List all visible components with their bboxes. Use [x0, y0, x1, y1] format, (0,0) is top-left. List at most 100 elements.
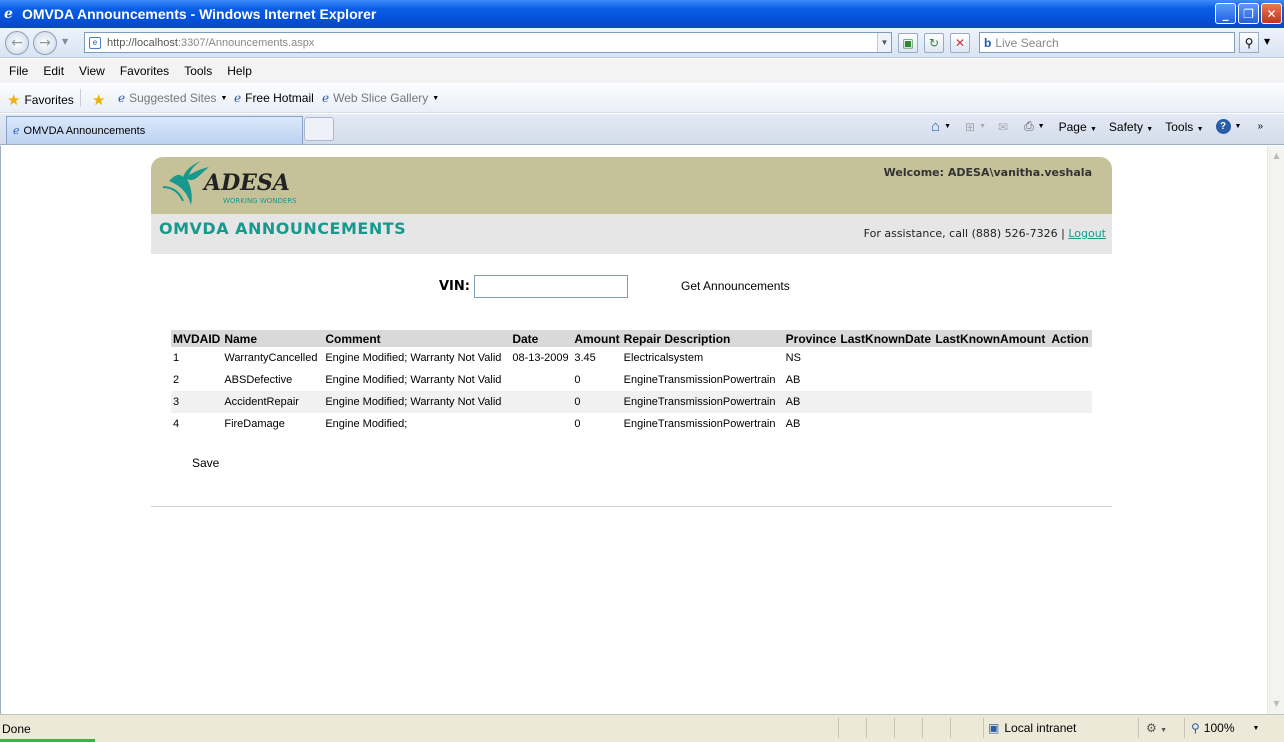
zoom-control[interactable]: ⚲ 100% ▼	[1191, 721, 1259, 735]
url-host: http://localhost	[107, 36, 178, 49]
scroll-down-icon[interactable]: ▼	[1269, 696, 1284, 712]
table-header-row: MVDAID Name Comment Date Amount Repair D…	[171, 330, 1092, 347]
close-button[interactable]: ✕	[1261, 3, 1282, 24]
search-button[interactable]: ⚲	[1239, 32, 1259, 53]
back-button[interactable]: ←	[5, 31, 29, 55]
web-slice-gallery-link[interactable]: ℯ Web Slice Gallery ▼	[322, 91, 439, 105]
cell-comment: Engine Modified;	[325, 418, 408, 430]
bing-icon: b	[984, 35, 992, 50]
chevron-down-icon[interactable]: ▼	[979, 123, 986, 130]
cell-date	[510, 413, 572, 435]
menu-tools[interactable]: Tools	[184, 64, 212, 78]
favorites-button[interactable]: ★ Favorites	[7, 91, 74, 109]
scroll-up-icon[interactable]: ▲	[1269, 148, 1284, 164]
url-input[interactable]: e http://localhost:3307/Announcements.as…	[84, 32, 892, 53]
url-path: :3307/Announcements.aspx	[177, 36, 315, 49]
menu-help[interactable]: Help	[227, 64, 252, 78]
adesa-logo: ADESA WORKING WONDERS	[162, 161, 297, 205]
zoom-level: 100%	[1203, 721, 1235, 735]
divider	[894, 718, 895, 738]
column-header: Date	[510, 330, 573, 347]
column-header: Amount	[572, 330, 622, 347]
chevron-down-icon: ▼	[1089, 125, 1097, 133]
zone-label: Local intranet	[1004, 721, 1077, 735]
search-input[interactable]: b Live Search	[979, 32, 1235, 53]
stop-button[interactable]: ✕	[950, 33, 970, 53]
url-dropdown-icon[interactable]: ▼	[877, 33, 891, 52]
refresh-button[interactable]: ↻	[924, 33, 944, 53]
suggested-sites-link[interactable]: ℯ Suggested Sites ▼	[118, 91, 227, 105]
divider	[80, 89, 81, 107]
web-slice-gallery-label: Web Slice Gallery	[333, 91, 429, 105]
cell-mvdaid: 4	[173, 418, 180, 430]
divider	[922, 718, 923, 738]
menu-favorites[interactable]: Favorites	[120, 64, 169, 78]
tools-menu[interactable]: Tools ▼	[1165, 120, 1203, 134]
protected-mode-icon[interactable]: ⚙ ▼	[1146, 721, 1167, 735]
cell-province: AB	[785, 374, 801, 386]
cell-last-known-amount	[933, 347, 1049, 369]
ie-logo-icon: e	[4, 6, 13, 22]
vin-label: VIN:	[439, 279, 470, 294]
cell-repair-description: EngineTransmissionPowertrain	[623, 374, 776, 386]
chevron-down-icon[interactable]: ▼	[944, 123, 951, 130]
tools-menu-label: Tools	[1165, 119, 1194, 134]
cell-amount: 3.45	[574, 352, 596, 364]
home-icon[interactable]: ⌂	[931, 118, 940, 135]
chevron-down-icon: ▼	[1146, 125, 1154, 133]
security-zone[interactable]: ▣ Local intranet	[988, 721, 1076, 735]
footer-divider	[151, 506, 1112, 507]
mail-icon[interactable]: ✉	[998, 120, 1008, 134]
get-announcements-button[interactable]: Get Announcements	[681, 279, 790, 293]
new-tab-button[interactable]	[304, 117, 334, 141]
cell-amount: 0	[574, 374, 581, 386]
column-header: LastKnownDate	[838, 330, 934, 347]
minimize-button[interactable]: _	[1215, 3, 1236, 24]
feeds-icon[interactable]: ⊞	[965, 120, 975, 134]
assistance-label: For assistance, call (888) 526-7326 |	[863, 227, 1065, 240]
help-icon[interactable]: ?	[1215, 119, 1231, 134]
add-favorites-button[interactable]: ★	[92, 91, 105, 109]
chevron-down-icon: ▼	[1252, 724, 1260, 732]
menu-view[interactable]: View	[79, 64, 105, 78]
chevron-more-icon[interactable]: »	[1257, 121, 1263, 132]
cell-action	[1049, 347, 1092, 369]
forward-button[interactable]: →	[33, 31, 57, 55]
safety-menu[interactable]: Safety ▼	[1109, 120, 1153, 134]
table-row: 2 ABSDefective Engine Modified; Warranty…	[171, 369, 1092, 391]
history-dropdown-icon[interactable]: ▼	[62, 37, 68, 46]
tab-omvda-announcements[interactable]: ℯ OMVDA Announcements	[6, 116, 303, 144]
cell-repair-description: EngineTransmissionPowertrain	[621, 391, 784, 413]
maximize-button[interactable]: ❐	[1238, 3, 1259, 24]
search-options-icon[interactable]: ▼	[1264, 37, 1270, 46]
logout-link[interactable]: Logout	[1068, 227, 1106, 240]
chevron-down-icon[interactable]: ▼	[1235, 123, 1242, 130]
cell-name: AccidentRepair	[222, 391, 324, 413]
column-header: Province	[783, 330, 839, 347]
page-subheader: OMVDA ANNOUNCEMENTS For assistance, call…	[151, 214, 1112, 254]
cell-last-known-date	[838, 413, 933, 435]
logo-tagline: WORKING WONDERS	[223, 197, 297, 205]
print-icon[interactable]: ⎙	[1024, 119, 1034, 134]
cell-amount: 0	[574, 418, 581, 430]
menu-file[interactable]: File	[9, 64, 28, 78]
cell-comment: Engine Modified; Warranty Not Valid	[325, 374, 502, 386]
cell-action	[1049, 413, 1092, 435]
vin-input[interactable]	[473, 275, 628, 298]
compatibility-view-button[interactable]: ▣	[898, 33, 918, 53]
vertical-scrollbar[interactable]: ▲ ▼	[1267, 146, 1284, 714]
cell-mvdaid: 2	[173, 374, 180, 386]
back-arrow-icon: ←	[11, 35, 23, 51]
save-button[interactable]: Save	[192, 456, 219, 470]
page-menu[interactable]: Page ▼	[1059, 120, 1097, 134]
cell-date	[510, 391, 573, 413]
cell-last-known-date	[838, 347, 933, 369]
cell-comment: Engine Modified; Warranty Not Valid	[325, 352, 502, 364]
ie-page-icon: ℯ	[322, 91, 330, 105]
cell-mvdaid: 3	[171, 391, 223, 413]
free-hotmail-link[interactable]: ℯ Free Hotmail	[234, 91, 314, 105]
ie-page-icon: ℯ	[234, 91, 242, 105]
forward-arrow-icon: →	[39, 35, 51, 51]
chevron-down-icon[interactable]: ▼	[1038, 123, 1045, 130]
menu-edit[interactable]: Edit	[43, 64, 64, 78]
